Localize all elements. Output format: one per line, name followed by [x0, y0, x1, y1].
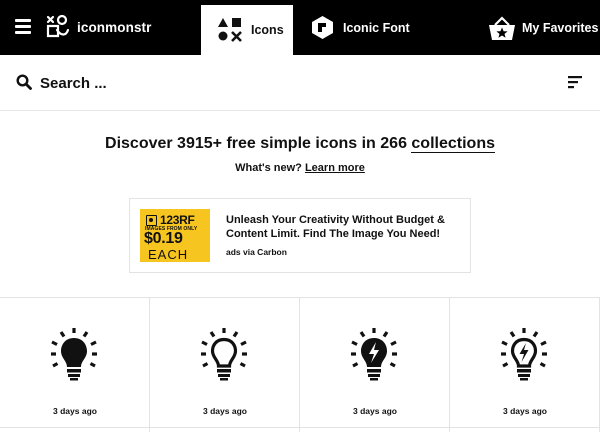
icon-date: 3 days ago: [353, 406, 397, 416]
iconmonstr-logo-icon: [46, 14, 70, 38]
top-nav: iconmonstr Icons Iconic Font My Favorite…: [0, 0, 600, 55]
whats-new: What's new? Learn more: [0, 162, 600, 174]
search-icon: [16, 74, 32, 90]
icon-date: 3 days ago: [203, 406, 247, 416]
lightbulb-filled-icon: [51, 328, 97, 381]
tab-iconic-font-label: Iconic Font: [343, 20, 410, 35]
card-divider: [150, 427, 300, 428]
icon-card[interactable]: 3 days ago: [150, 298, 300, 432]
lightbulb-outline-icon: [201, 328, 247, 381]
lightbulb-bolt-outline-icon: [501, 328, 547, 381]
learn-more-link[interactable]: Learn more: [305, 162, 365, 174]
page-headline: Discover 3915+ free simple icons in 266 …: [0, 135, 600, 153]
icon-date: 3 days ago: [53, 406, 97, 416]
brand-logo[interactable]: iconmonstr: [45, 12, 152, 42]
camera-icon: [146, 214, 157, 226]
icon-card[interactable]: 3 days ago: [450, 298, 600, 432]
icon-card[interactable]: 3 days ago: [0, 298, 150, 432]
ad-price: $0.19: [144, 230, 183, 247]
iconic-font-icon: [312, 16, 333, 39]
icon-date: 3 days ago: [503, 406, 547, 416]
shapes-icon: [218, 18, 242, 42]
hamburger-menu-icon[interactable]: [15, 19, 31, 34]
ad-each: EACH: [148, 247, 189, 262]
card-divider: [0, 427, 150, 428]
collections-link[interactable]: collections: [411, 135, 495, 153]
tab-icons[interactable]: Icons: [201, 5, 293, 55]
card-divider: [450, 427, 600, 428]
search-bar: [0, 55, 600, 111]
ad-brand: 123RF: [160, 213, 195, 227]
tab-iconic-font[interactable]: Iconic Font: [310, 0, 410, 55]
brand-name: iconmonstr: [77, 19, 152, 35]
search-input[interactable]: [40, 69, 520, 97]
tab-icons-label: Icons: [251, 23, 284, 37]
ad-logo: 123RF: [146, 213, 195, 227]
icon-grid: 3 days ago 3 days ago 3 days ago 3 days …: [0, 297, 600, 432]
whats-new-text: What's new?: [235, 162, 305, 174]
headline-text: Discover 3915+ free simple icons in 266: [105, 135, 412, 152]
sort-lines-icon[interactable]: [568, 76, 582, 89]
tab-my-favorites[interactable]: My Favorites: [488, 0, 598, 55]
carbon-ad: 123RF IMAGES FROM ONLY $0.19 EACH Unleas…: [129, 198, 471, 273]
ad-title-link[interactable]: Unleash Your Creativity Without Budget &…: [226, 213, 461, 241]
tab-my-favorites-label: My Favorites: [522, 20, 599, 35]
ad-via-carbon[interactable]: ads via Carbon: [226, 247, 287, 257]
lightbulb-bolt-filled-icon: [351, 328, 397, 381]
icon-card[interactable]: 3 days ago: [300, 298, 450, 432]
card-divider: [300, 427, 450, 428]
basket-star-icon: [489, 15, 515, 40]
ad-image[interactable]: 123RF IMAGES FROM ONLY $0.19 EACH: [140, 209, 210, 262]
